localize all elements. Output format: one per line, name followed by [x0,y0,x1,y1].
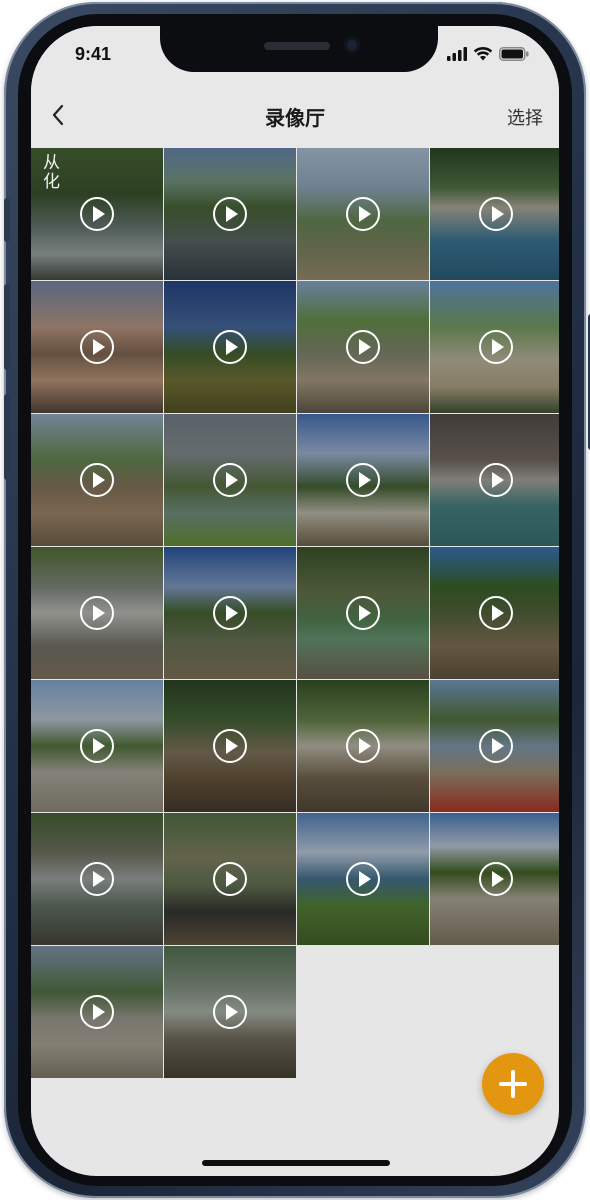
video-thumbnail[interactable] [297,414,429,546]
video-thumbnail[interactable] [164,148,296,280]
play-circle-icon [346,729,380,763]
play-circle-icon [479,330,513,364]
video-thumbnail[interactable] [430,813,559,945]
cellular-signal-icon [447,46,467,61]
video-thumbnail[interactable] [430,414,559,546]
play-circle-icon [346,197,380,231]
volume-up-button [4,284,10,370]
video-thumbnail[interactable] [430,547,559,679]
select-button[interactable]: 选择 [507,104,543,130]
play-circle-icon [479,596,513,630]
battery-icon [499,46,529,61]
front-camera [344,37,360,53]
play-circle-icon [213,330,247,364]
video-thumbnail[interactable] [164,813,296,945]
status-icons [447,46,529,61]
video-thumbnail[interactable] [31,813,163,945]
play-circle-icon [213,197,247,231]
play-circle-icon [80,330,114,364]
video-thumbnail[interactable] [164,547,296,679]
wifi-icon [473,46,493,61]
play-circle-icon [479,463,513,497]
earpiece-speaker [264,42,330,50]
play-circle-icon [80,729,114,763]
video-thumbnail[interactable] [430,680,559,812]
status-time: 9:41 [75,44,112,64]
add-video-button[interactable] [482,1053,544,1115]
video-thumbnail[interactable] [297,148,429,280]
video-thumbnail[interactable] [31,281,163,413]
video-grid: 从化 [31,148,559,1078]
mute-switch [4,198,10,242]
notch [160,26,438,72]
video-thumbnail[interactable]: 从化 [31,148,163,280]
play-circle-icon [346,463,380,497]
video-thumbnail[interactable] [297,813,429,945]
play-circle-icon [213,463,247,497]
video-thumbnail[interactable] [164,414,296,546]
play-circle-icon [346,862,380,896]
video-thumbnail[interactable] [297,680,429,812]
play-circle-icon [80,596,114,630]
video-thumbnail[interactable] [164,680,296,812]
play-circle-icon [213,729,247,763]
video-thumbnail[interactable] [164,281,296,413]
play-circle-icon [80,197,114,231]
play-circle-icon [479,729,513,763]
video-thumbnail[interactable] [297,547,429,679]
video-thumbnail[interactable] [31,680,163,812]
video-thumbnail[interactable] [31,547,163,679]
navigation-bar: 录像厅 选择 [31,82,559,148]
video-thumbnail[interactable] [430,281,559,413]
volume-down-button [4,394,10,480]
home-indicator[interactable] [202,1160,390,1166]
video-thumbnail[interactable] [430,148,559,280]
play-circle-icon [346,330,380,364]
thumbnail-caption: 从化 [43,153,60,192]
page-title: 录像厅 [265,108,325,130]
play-circle-icon [80,995,114,1029]
video-thumbnail[interactable] [31,414,163,546]
video-thumbnail[interactable] [164,946,296,1078]
play-circle-icon [213,995,247,1029]
video-thumbnail[interactable] [31,946,163,1078]
play-circle-icon [479,197,513,231]
play-circle-icon [80,463,114,497]
play-circle-icon [213,596,247,630]
play-circle-icon [80,862,114,896]
play-circle-icon [479,862,513,896]
screen: 9:41 录像厅 选择 从化 [31,26,559,1176]
play-circle-icon [213,862,247,896]
video-thumbnail[interactable] [297,281,429,413]
plus-icon [499,1070,527,1098]
play-circle-icon [346,596,380,630]
